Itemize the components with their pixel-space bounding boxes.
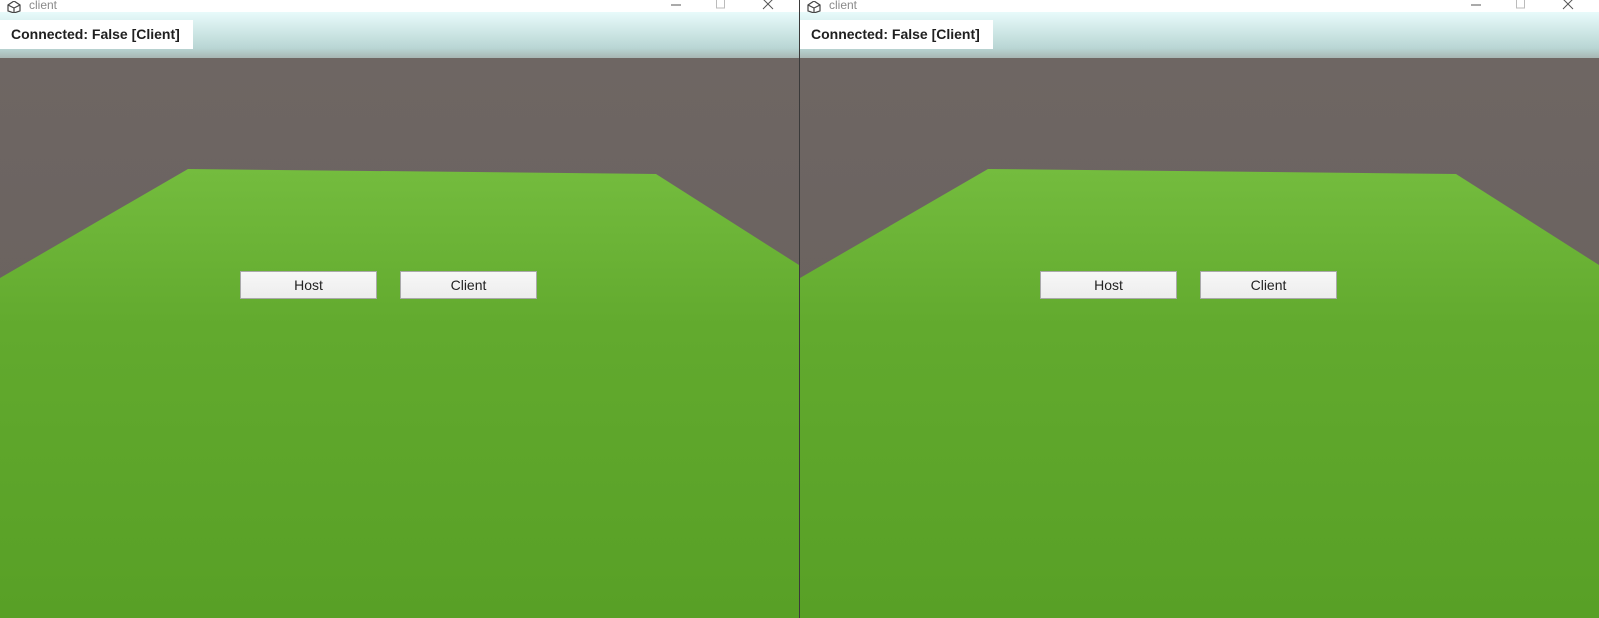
minimize-icon: [670, 0, 700, 12]
close-button[interactable]: [762, 0, 792, 12]
game-window-left[interactable]: client Connected: False [Client] Host Cl…: [0, 0, 799, 618]
game-scene: [800, 12, 1599, 618]
game-scene: [0, 12, 799, 618]
ground-plane: [0, 169, 799, 618]
game-viewport[interactable]: Connected: False [Client] Host Client: [0, 12, 799, 618]
title-bar[interactable]: client: [800, 0, 1599, 14]
window-title: client: [829, 0, 858, 12]
unity-logo-icon: [807, 0, 821, 14]
connection-status: Connected: False [Client]: [800, 20, 993, 49]
unity-logo-icon: [7, 0, 21, 14]
close-button[interactable]: [1562, 0, 1592, 12]
game-window-right[interactable]: client Connected: False [Client] Host Cl…: [800, 0, 1599, 618]
window-title: client: [29, 0, 58, 12]
close-icon: [1562, 0, 1592, 12]
minimize-button[interactable]: [1470, 0, 1500, 12]
maximize-button[interactable]: [1515, 0, 1545, 12]
client-button[interactable]: Client: [1200, 271, 1337, 299]
minimize-button[interactable]: [670, 0, 700, 12]
connection-status: Connected: False [Client]: [0, 20, 193, 49]
desktop: client Connected: False [Client] Host Cl…: [0, 0, 1599, 618]
title-bar[interactable]: client: [0, 0, 799, 14]
close-icon: [762, 0, 792, 12]
client-button[interactable]: Client: [400, 271, 537, 299]
host-button[interactable]: Host: [240, 271, 377, 299]
minimize-icon: [1470, 0, 1500, 12]
maximize-button[interactable]: [715, 0, 745, 12]
ground-plane: [800, 169, 1599, 618]
host-button[interactable]: Host: [1040, 271, 1177, 299]
maximize-icon: [715, 0, 745, 12]
maximize-icon: [1515, 0, 1545, 12]
game-viewport[interactable]: Connected: False [Client] Host Client: [800, 12, 1599, 618]
